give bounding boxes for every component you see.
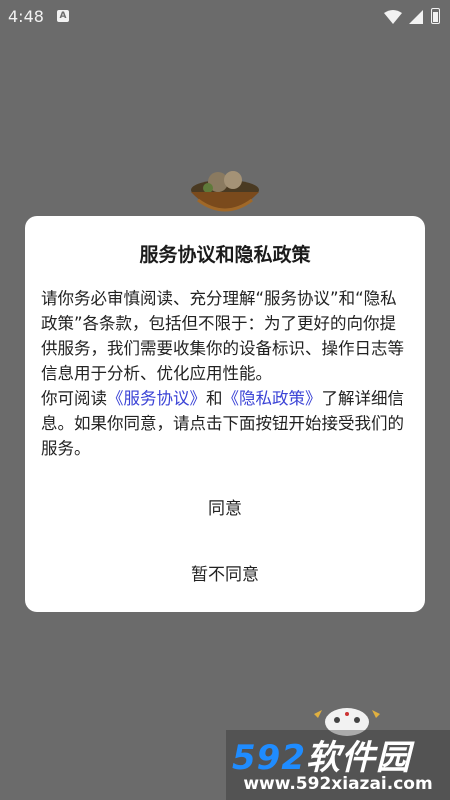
dialog-title: 服务协议和隐私政策 [139, 244, 311, 266]
dialog-body-paragraph-2: 你可阅读《服务协议》和《隐私政策》了解详细信息。如果你同意，请点击下面按钮开始接… [41, 386, 411, 461]
status-time: 4:48 [8, 7, 44, 26]
read-prefix-text: 你可阅读 [41, 389, 107, 408]
status-bar: 4:48 A [0, 0, 450, 34]
watermark-logo: 592软件园 [226, 730, 450, 778]
privacy-dialog: 服务协议和隐私政策 请你务必审慎阅读、充分理解“服务协议”和“隐私政策”各条款，… [25, 216, 425, 612]
watermark-url: www.592xiazai.com [243, 774, 433, 794]
watermark-number: 592 [232, 738, 306, 778]
wifi-icon [384, 10, 402, 24]
dialog-body-paragraph-1: 请你务必审慎阅读、充分理解“服务协议”和“隐私政策”各条款，包括但不限于：为了更… [41, 289, 404, 383]
disagree-button[interactable]: 暂不同意 [25, 560, 425, 585]
signal-icon [409, 10, 423, 24]
bowl-logo-icon [191, 171, 259, 212]
service-agreement-link[interactable]: 《服务协议》 [107, 389, 206, 408]
dialog-body: 请你务必审慎阅读、充分理解“服务协议”和“隐私政策”各条款，包括但不限于：为了更… [41, 286, 411, 461]
and-text: 和 [206, 389, 223, 408]
notification-a-icon: A [57, 10, 69, 22]
watermark-brand: 软件园 [305, 738, 411, 778]
privacy-policy-link[interactable]: 《隐私政策》 [223, 389, 322, 408]
agree-button[interactable]: 同意 [25, 494, 425, 519]
battery-icon [431, 8, 440, 24]
watermark: 592软件园 www.592xiazai.com [226, 730, 450, 800]
